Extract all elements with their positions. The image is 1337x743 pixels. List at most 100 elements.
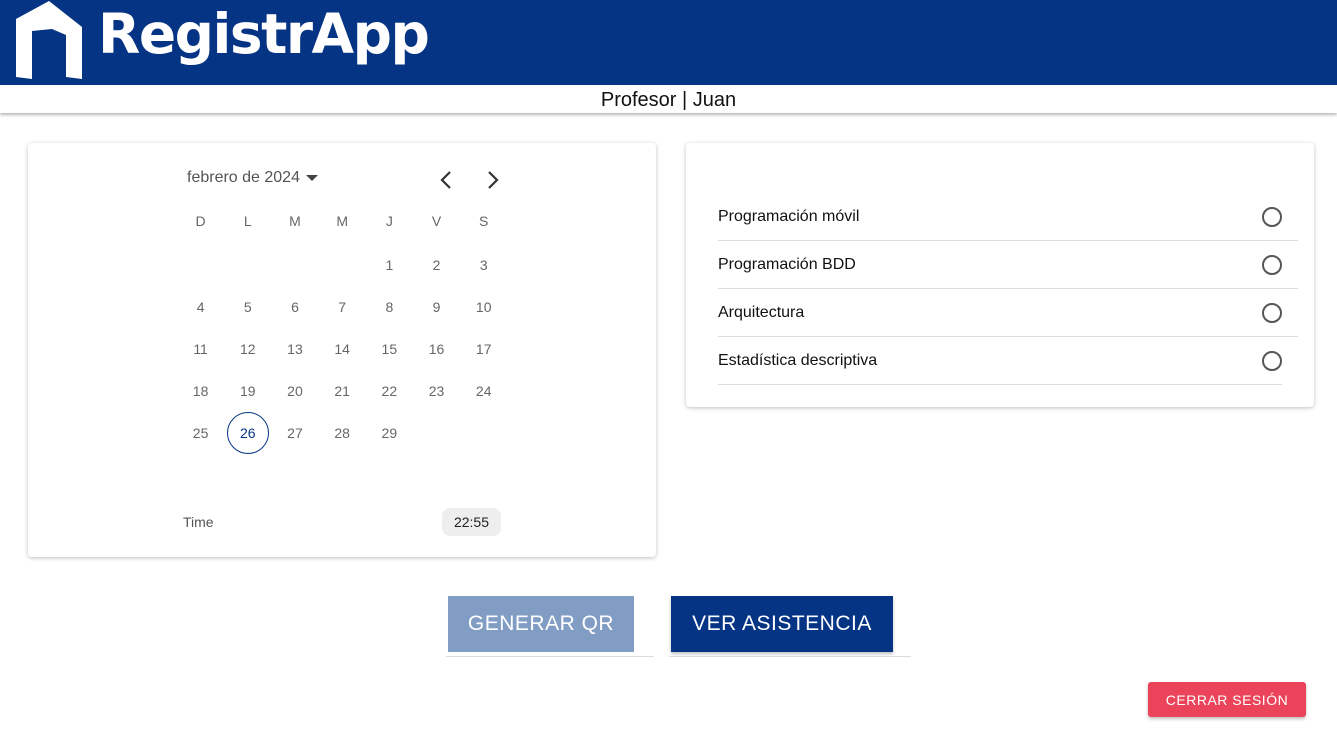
calendar-day[interactable]: 26 [224,412,271,454]
divider [669,656,911,657]
weekday-label: M [336,213,348,229]
next-month-button[interactable] [480,167,506,193]
generate-qr-button[interactable]: GENERAR QR [448,596,634,652]
calendar-day[interactable]: 25 [177,412,224,454]
weekday-label: M [289,213,301,229]
subject-item[interactable]: Arquitectura [718,289,1298,337]
calendar-day-label: 17 [475,341,492,357]
calendar-day-label: 18 [192,383,209,399]
calendar-day[interactable]: 16 [413,328,460,370]
subject-label: Estadística descriptiva [718,351,878,369]
calendar-day-label: 3 [479,257,488,273]
calendar-day[interactable]: 23 [413,370,460,412]
calendar-day-label: 28 [334,425,350,441]
calendar-day-label: 7 [338,299,347,315]
calendar-day[interactable]: 28 [319,412,366,454]
user-role-bar: Profesor | Juan [0,85,1337,113]
calendar-day[interactable]: 14 [319,328,366,370]
weekday-label: D [195,213,206,229]
calendar-day-label: 26 [226,412,269,454]
calendar-day[interactable]: 17 [460,328,507,370]
radio-button[interactable] [1262,255,1282,275]
calendar-day-label: 1 [385,257,394,273]
calendar-day-label: 27 [287,425,303,441]
calendar-day-empty [224,244,271,286]
calendar-day[interactable]: 21 [319,370,366,412]
calendar-day-label: 24 [475,383,492,399]
calendar-day[interactable]: 13 [271,328,318,370]
weekday-label: L [243,213,252,229]
calendar-day[interactable]: 11 [177,328,224,370]
subjects-card: Programación móvil Programación BDD Arqu… [686,143,1314,407]
calendar-day[interactable]: 15 [366,328,413,370]
chevron-left-icon [440,171,451,189]
weekday-header: D L M M J V S [177,213,507,229]
calendar-day-grid: 1 2 3 4 5 6 7 8 9 10 11 12 13 14 15 16 17 18 19 20 21 22 23 24 2… [177,244,508,454]
calendar-day[interactable]: 9 [413,286,460,328]
user-role-label: Profesor | Juan [600,89,737,111]
logout-button[interactable]: CERRAR SESIÓN [1148,682,1306,717]
view-attendance-button[interactable]: VER ASISTENCIA [671,596,893,652]
calendar-day-empty [177,244,224,286]
calendar-day-label: 19 [239,383,256,399]
app-name: RegistrApp [98,2,430,66]
calendar-day[interactable]: 3 [460,244,507,286]
prev-month-button[interactable] [433,167,459,193]
subject-item[interactable]: Programación móvil [718,193,1298,241]
radio-button[interactable] [1262,207,1282,227]
calendar-day-label: 9 [432,299,441,315]
calendar-card: febrero de 2024 D L M M J V S 1234567891… [28,143,656,557]
month-year-selector[interactable]: febrero de 2024 [187,169,318,187]
calendar-day-label: 10 [475,299,492,315]
calendar-day-label: 21 [334,383,350,399]
calendar-day-label: 5 [243,299,252,315]
calendar-day[interactable]: 2 [413,244,460,286]
calendar-day-label: 4 [196,299,205,315]
calendar-day[interactable]: 20 [271,370,318,412]
calendar-day-label: 13 [287,341,303,357]
logo-house-icon [16,0,82,79]
calendar-day-label: 25 [192,425,209,441]
calendar-day[interactable]: 8 [366,286,413,328]
calendar-day-label: 23 [428,383,445,399]
calendar-day[interactable]: 7 [319,286,366,328]
calendar-day[interactable]: 12 [224,328,271,370]
calendar-day-label: 22 [381,383,398,399]
calendar-day[interactable]: 22 [366,370,413,412]
calendar-day[interactable]: 29 [366,412,413,454]
calendar-day-empty [460,412,507,454]
month-year-label: febrero de 2024 [187,169,300,186]
calendar-day[interactable]: 19 [224,370,271,412]
calendar-day[interactable]: 24 [460,370,507,412]
calendar-day[interactable]: 5 [224,286,271,328]
subject-item[interactable]: Programación BDD [718,241,1298,289]
weekday-label: S [479,213,489,229]
weekday-label: V [431,213,442,229]
calendar-day[interactable]: 1 [366,244,413,286]
calendar-day-label: 2 [432,257,441,273]
subject-label: Programación BDD [718,255,856,273]
caret-down-icon [305,175,318,181]
subject-label: Programación móvil [718,207,860,225]
calendar-day-label: 20 [287,383,303,399]
radio-button[interactable] [1262,351,1282,371]
time-label: Time [183,514,214,530]
calendar-day[interactable]: 10 [460,286,507,328]
calendar-day[interactable]: 4 [177,286,224,328]
calendar-day[interactable]: 18 [177,370,224,412]
calendar-day-label: 12 [239,341,256,357]
app-header: RegistrApp [0,0,1337,85]
calendar-day-label: 15 [381,341,398,357]
calendar-day[interactable]: 27 [271,412,318,454]
radio-button[interactable] [1262,303,1282,323]
divider [446,656,654,657]
calendar-day-empty [271,244,318,286]
app-logo: RegistrApp [16,0,430,85]
time-picker-button[interactable]: 22:55 [442,508,501,536]
calendar-day[interactable]: 6 [271,286,318,328]
calendar-day-label: 14 [334,341,350,357]
subject-label: Arquitectura [718,303,805,321]
calendar-day-label: 6 [291,299,299,315]
subject-item[interactable]: Estadística descriptiva [718,337,1282,385]
calendar-day-label: 11 [193,341,208,357]
